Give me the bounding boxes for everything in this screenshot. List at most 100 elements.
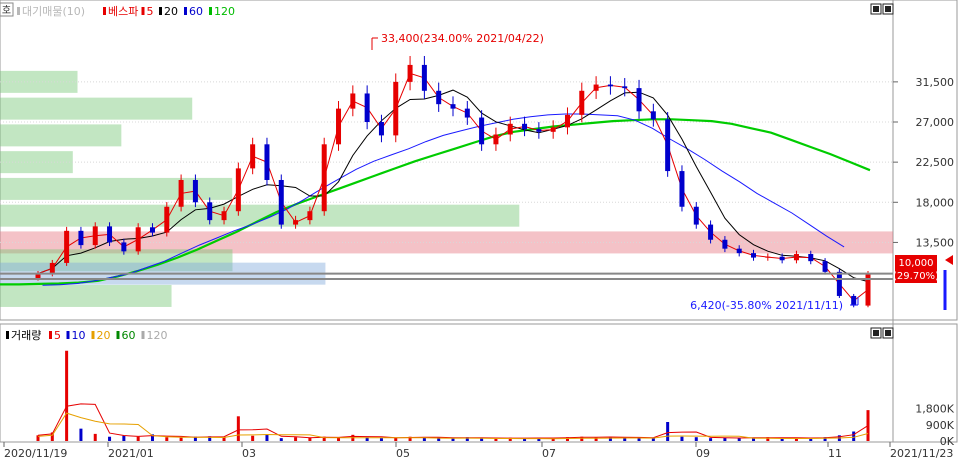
- volume-bar: [294, 437, 298, 441]
- price-maximize-icon-inner[interactable]: [885, 6, 891, 12]
- candle-body: [364, 93, 370, 123]
- volume-legend-swatch: [49, 331, 52, 339]
- candle-body: [407, 64, 413, 82]
- x-tick-label: 11: [828, 447, 842, 460]
- candle-body: [851, 295, 857, 306]
- volume-bar: [251, 435, 255, 441]
- candle-body: [393, 81, 399, 136]
- volume-legend-label: 10: [72, 329, 86, 342]
- candle-body: [579, 90, 585, 115]
- candle-body: [278, 179, 284, 225]
- current-price-value: 10,000: [899, 258, 934, 269]
- panel-badge[interactable]: 호: [2, 5, 11, 17]
- candle-body: [636, 88, 642, 112]
- volume-bar: [866, 410, 870, 441]
- candle-body: [693, 206, 699, 225]
- volume-bar: [379, 438, 383, 441]
- candle-body: [336, 108, 342, 145]
- volume-bar: [79, 428, 83, 441]
- candle-body: [307, 211, 313, 221]
- candle-body: [207, 202, 213, 221]
- candle-body: [49, 262, 55, 274]
- legend-swatch: [159, 7, 162, 15]
- legend-label: 5: [147, 5, 154, 18]
- candle-body: [765, 256, 771, 258]
- legend-label: 대기매물(10): [22, 5, 85, 18]
- candle-body: [378, 122, 384, 136]
- candle-body: [135, 227, 141, 252]
- candle-body: [808, 254, 814, 262]
- legend-label: 120: [214, 5, 235, 18]
- volume-bar: [165, 437, 169, 441]
- volume-bar: [666, 422, 670, 441]
- volume-restore-icon-inner[interactable]: [873, 330, 879, 336]
- legend-label: 60: [189, 5, 203, 18]
- legend-swatch: [17, 7, 20, 15]
- candle-body: [149, 227, 155, 233]
- candle-body: [293, 220, 299, 225]
- legend-swatch: [184, 7, 187, 15]
- x-tick-label: 07: [542, 447, 556, 460]
- candle-body: [78, 230, 84, 246]
- volume-profile-bar: [0, 124, 122, 147]
- price-y-tick-label: 31,500: [916, 76, 955, 89]
- volume-bar: [694, 437, 698, 441]
- x-tick-label: 05: [396, 447, 410, 460]
- price-restore-icon-inner[interactable]: [873, 6, 879, 12]
- candle-body: [522, 123, 528, 130]
- volume-profile-bar: [0, 70, 78, 93]
- price-y-tick-label: 13,500: [916, 236, 955, 249]
- candle-body: [250, 144, 256, 169]
- volume-bar: [108, 436, 112, 441]
- candle-body: [665, 119, 671, 172]
- candle-body: [493, 134, 499, 145]
- legend-swatch: [209, 7, 212, 15]
- volume-legend-label: 5: [54, 329, 61, 342]
- volume-y-tick-label: 900K: [926, 419, 955, 432]
- candle-body: [536, 129, 542, 132]
- legend-label: 20: [164, 5, 178, 18]
- volume-bar: [136, 436, 140, 441]
- volume-legend-label: 거래량: [11, 329, 41, 342]
- volume-legend-swatch: [6, 331, 9, 339]
- chart-canvas: 호 대기매물(10) 베스파 5 20 60 120 31,500 27,000 22,500…: [0, 0, 958, 460]
- volume-legend-swatch: [141, 331, 145, 339]
- stock-chart-window: 호 대기매물(10) 베스파 5 20 60 120 31,500 27,000 22,500…: [0, 0, 958, 460]
- candle-body: [679, 171, 685, 207]
- x-tick-label: 2021/11/23: [890, 447, 953, 460]
- volume-bar: [265, 434, 269, 441]
- volume-profile-bar: [0, 284, 172, 307]
- x-tick-label: 2021/01: [108, 447, 154, 460]
- legend-swatch: [141, 7, 145, 15]
- low-annotation: 6,420(-35.80% 2021/11/11): [690, 299, 843, 312]
- price-y-tick-label: 22,500: [916, 156, 955, 169]
- price-legend: 대기매물(10) 베스파 5 20 60 120: [17, 5, 235, 18]
- volume-bar: [680, 436, 684, 441]
- volume-legend-label: 120: [147, 329, 168, 342]
- candle-body: [564, 114, 570, 128]
- candle-body: [221, 211, 227, 221]
- volume-bar: [737, 438, 741, 441]
- candle-body: [607, 84, 613, 87]
- candle-body: [779, 256, 785, 261]
- volume-maximize-icon-inner[interactable]: [885, 330, 891, 336]
- candle-body: [751, 253, 757, 258]
- candle-body: [450, 104, 456, 109]
- candle-body: [92, 226, 98, 246]
- x-tick-label: 2020/11/19: [4, 447, 67, 460]
- volume-profile-bar: [0, 97, 193, 120]
- legend-label: 베스파: [108, 5, 138, 18]
- volume-bar: [637, 438, 641, 441]
- x-tick-label: 03: [242, 447, 256, 460]
- volume-legend-label: 60: [122, 329, 136, 342]
- candle-body: [836, 271, 842, 296]
- volume-y-tick-label: 1,800K: [915, 403, 954, 416]
- price-y-tick-label: 18,000: [916, 196, 955, 209]
- candle-body: [436, 90, 442, 105]
- candle-body: [479, 117, 485, 145]
- candle-body: [121, 242, 127, 252]
- price-y-tick-label: 27,000: [916, 116, 955, 129]
- current-price-change: (29.70%): [893, 271, 939, 282]
- legend-swatch: [103, 7, 106, 15]
- candle-body: [107, 226, 113, 243]
